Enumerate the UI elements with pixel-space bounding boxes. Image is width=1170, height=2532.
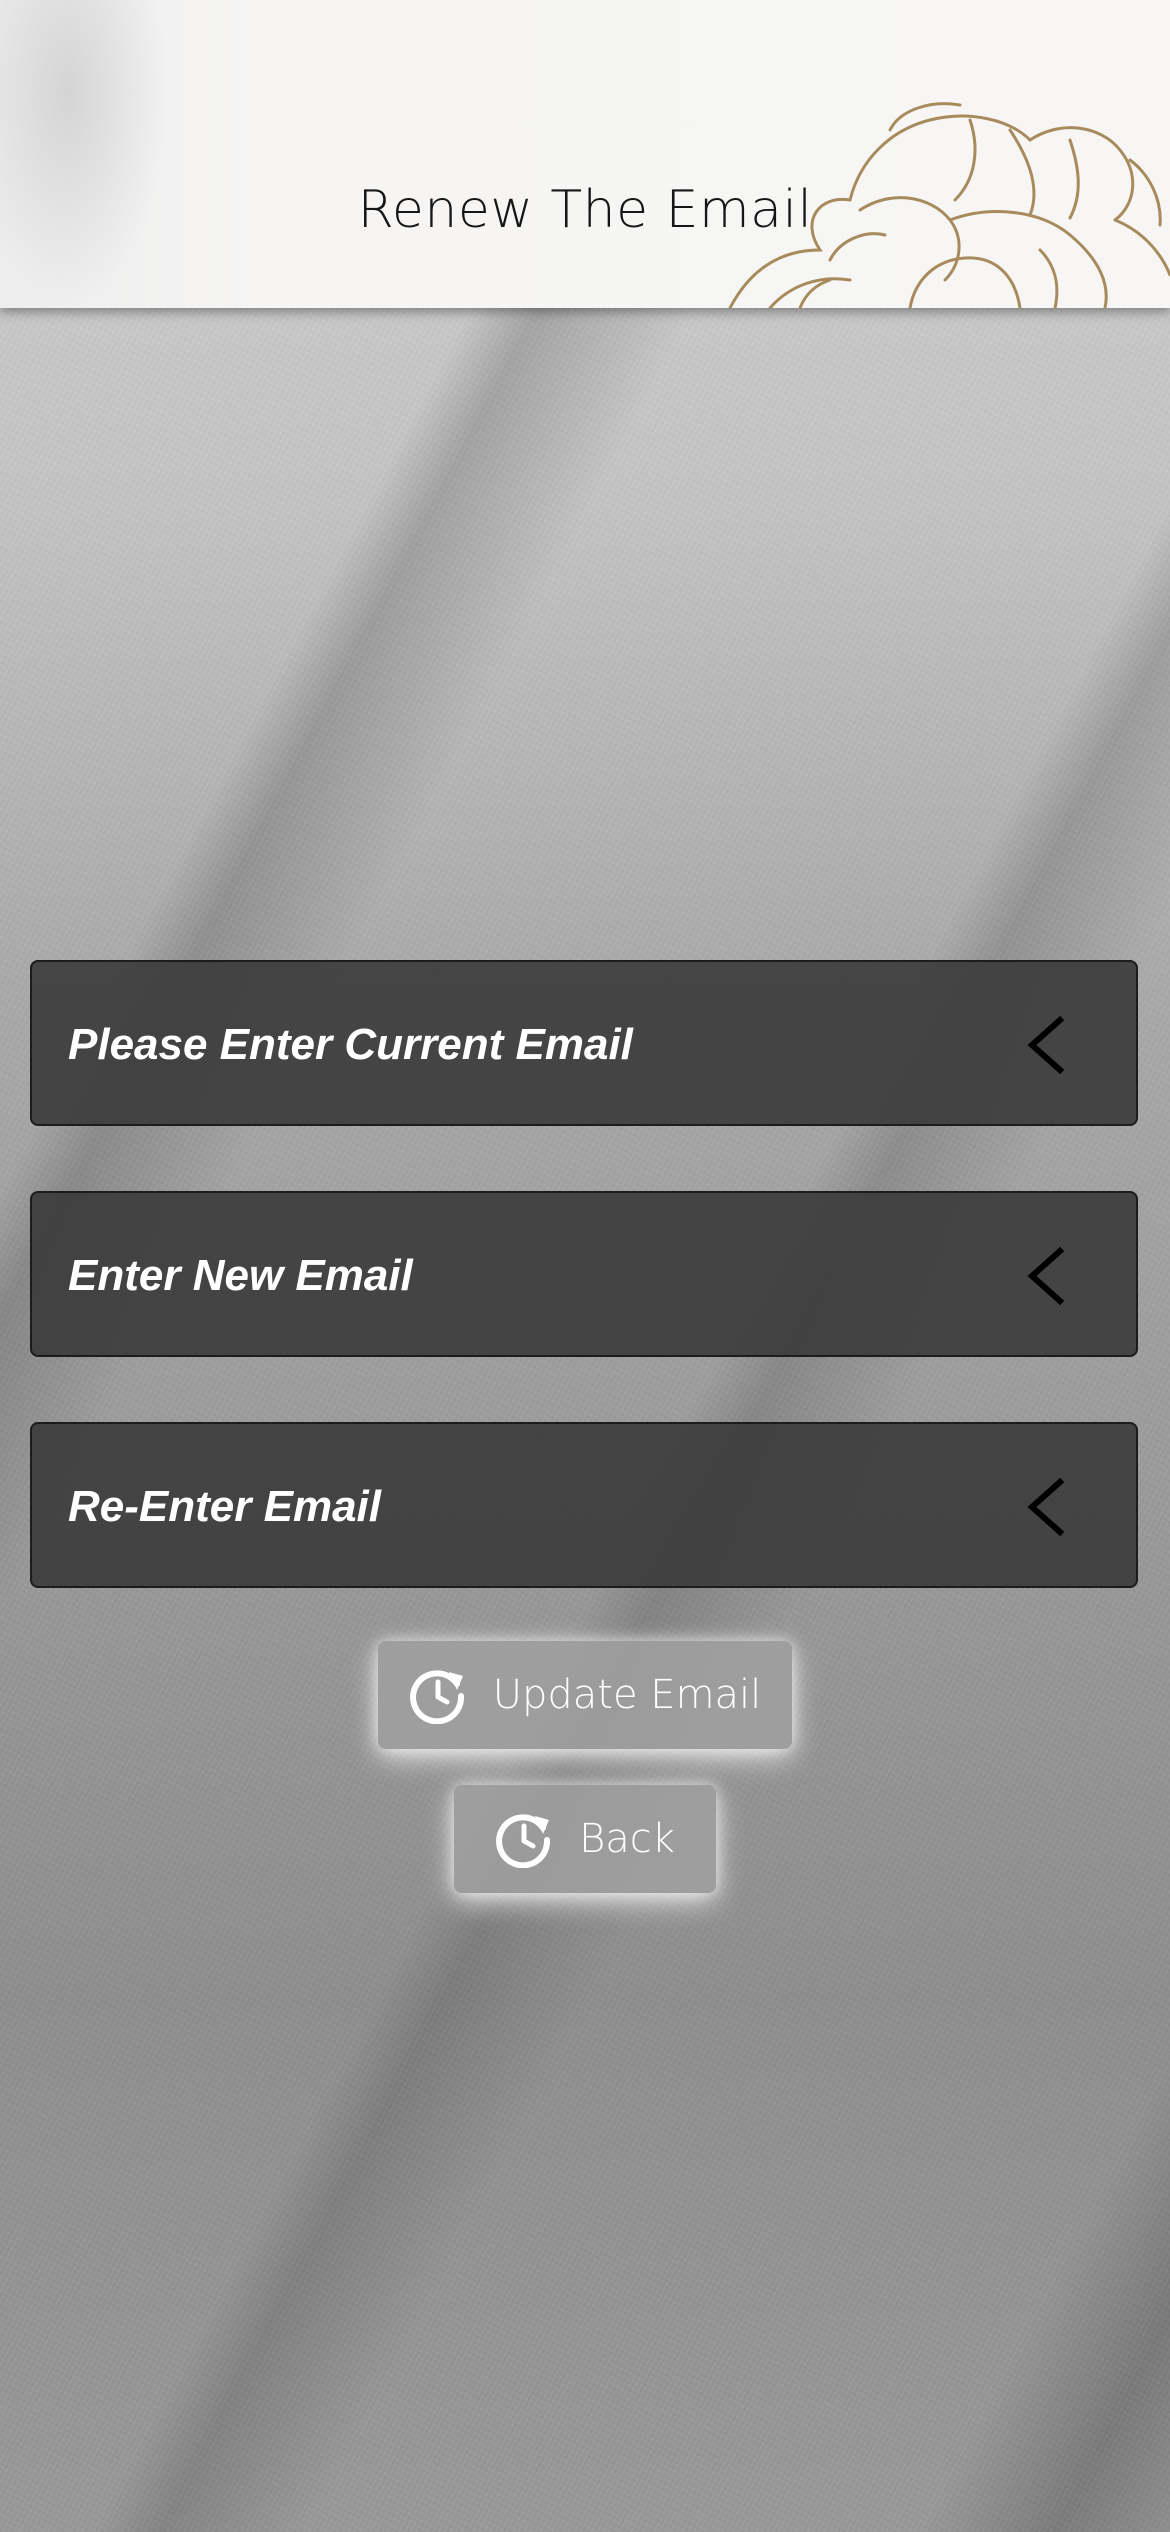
reenter-email-field[interactable]: Re-Enter Email	[30, 1422, 1138, 1588]
new-email-field[interactable]: Enter New Email	[30, 1191, 1138, 1357]
back-label: Back	[579, 1816, 675, 1862]
current-email-label: Please Enter Current Email	[68, 1020, 633, 1069]
chevron-left-icon[interactable]	[1022, 1016, 1070, 1074]
marble-decoration	[0, 0, 170, 308]
current-email-field[interactable]: Please Enter Current Email	[30, 960, 1138, 1126]
new-email-label: Enter New Email	[68, 1251, 413, 1300]
chevron-left-icon[interactable]	[1022, 1478, 1070, 1536]
update-email-button[interactable]: Update Email	[378, 1641, 792, 1749]
reenter-email-label: Re-Enter Email	[68, 1482, 381, 1531]
floral-decoration-icon	[728, 102, 1170, 308]
update-email-label: Update Email	[492, 1672, 762, 1718]
header-bar: Renew The Email	[0, 0, 1170, 308]
refresh-clock-icon	[496, 1814, 551, 1868]
back-button[interactable]: Back	[454, 1785, 716, 1893]
refresh-clock-icon	[409, 1670, 464, 1724]
chevron-left-icon[interactable]	[1022, 1247, 1070, 1305]
